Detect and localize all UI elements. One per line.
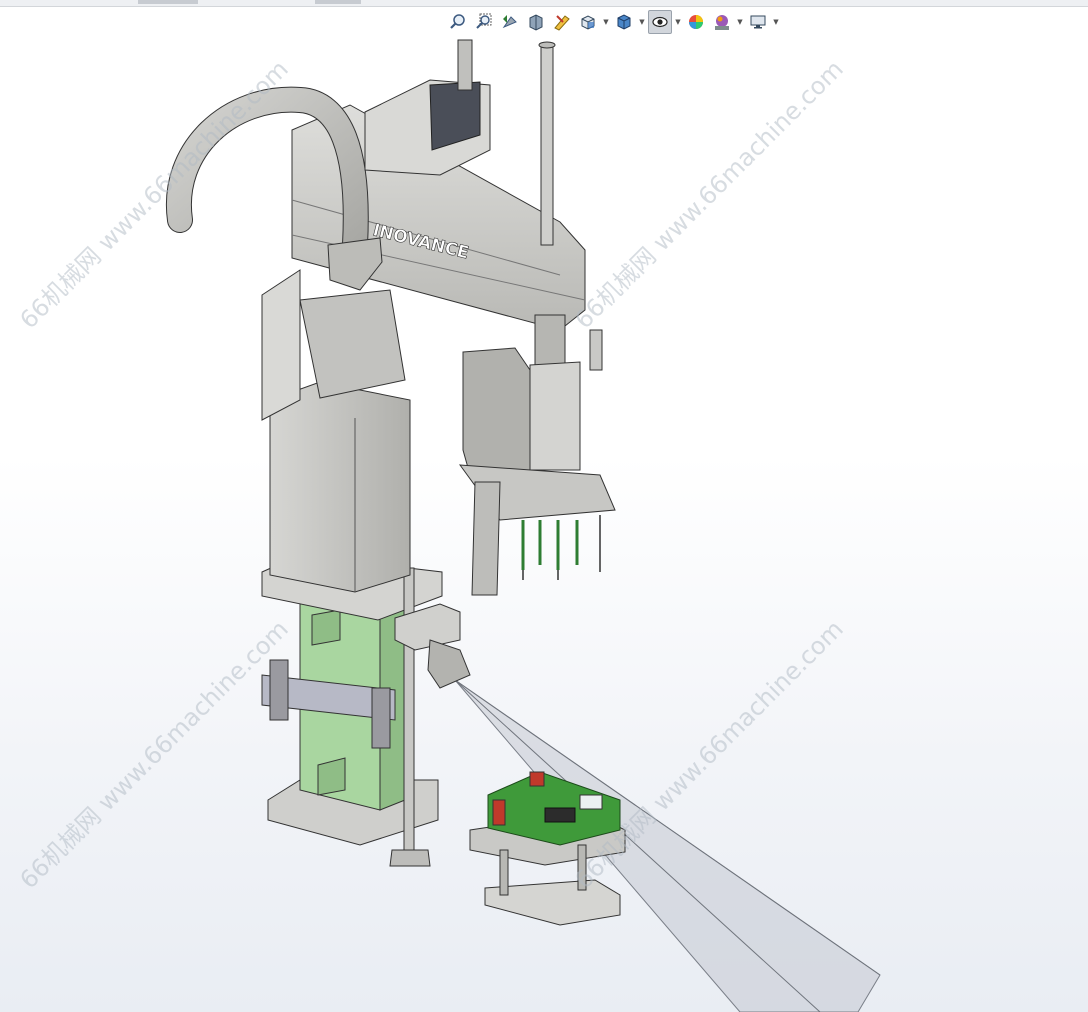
ball-screw-spindle[interactable] xyxy=(534,41,566,371)
watermark: 66机械网 www.66machine.com xyxy=(14,55,293,334)
valve-controller-box[interactable] xyxy=(364,39,491,176)
cad-model-scene[interactable]: INOVANCE 66机械网 www.66machine.com 66机械网 w… xyxy=(0,0,1088,1012)
watermark: 66机械网 www.66machine.com xyxy=(14,615,293,894)
graphics-viewport[interactable]: ▼ ▼ ▼ ▼ ▼ INOVANCE 66机械网 www.66machine.c… xyxy=(0,0,1088,1012)
end-effector-gripper[interactable] xyxy=(458,329,616,596)
z-axis-motor-housing[interactable] xyxy=(261,269,411,593)
watermark: 66机械网 www.66machine.com xyxy=(569,615,848,894)
watermark: 66机械网 www.66machine.com xyxy=(569,55,848,334)
